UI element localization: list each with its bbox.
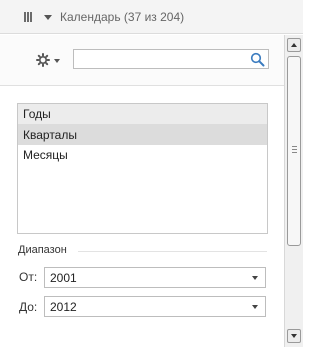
- from-select[interactable]: 2001: [44, 267, 266, 288]
- levels-list: Годы Кварталы Месяцы: [17, 103, 268, 234]
- panel-title-bar: Календарь (37 из 204): [0, 0, 303, 34]
- toolbar: [0, 35, 284, 86]
- panel-title: Календарь (37 из 204): [60, 10, 185, 24]
- vertical-scrollbar[interactable]: [284, 35, 303, 347]
- scroll-thumb[interactable]: [287, 56, 301, 246]
- chevron-down-icon: [252, 305, 258, 309]
- to-value: 2012: [50, 300, 77, 314]
- range-divider: [78, 251, 267, 252]
- list-item-months[interactable]: Месяцы: [18, 145, 267, 165]
- columns-icon[interactable]: [24, 12, 33, 22]
- caret-down-icon[interactable]: [44, 15, 52, 20]
- search-input[interactable]: [78, 51, 242, 67]
- search-icon[interactable]: [250, 52, 265, 67]
- chevron-down-icon: [291, 334, 297, 338]
- scroll-up-button[interactable]: [287, 38, 301, 52]
- chevron-down-icon[interactable]: [54, 59, 60, 63]
- list-item-quarters[interactable]: Кварталы: [18, 125, 267, 145]
- to-select[interactable]: 2012: [44, 296, 266, 317]
- from-value: 2001: [50, 271, 77, 285]
- list-item-years[interactable]: Годы: [18, 104, 267, 125]
- scroll-down-button[interactable]: [287, 329, 301, 343]
- search-field: [73, 49, 269, 69]
- chevron-down-icon: [252, 276, 258, 280]
- range-group-label: Диапазон: [18, 244, 67, 256]
- chevron-up-icon: [291, 43, 297, 47]
- to-label: До:: [19, 300, 38, 314]
- from-label: От:: [19, 270, 38, 284]
- gear-icon[interactable]: [36, 53, 50, 67]
